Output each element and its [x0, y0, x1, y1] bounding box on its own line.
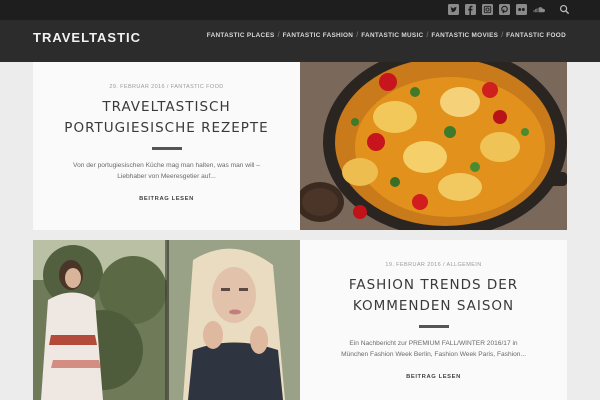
- post-card: 29. FEBRUAR 2016 / FANTASTIC FOOD TRAVEL…: [33, 62, 300, 230]
- nav-separator: /: [356, 32, 359, 39]
- read-more-link[interactable]: BEITRAG LESEN: [139, 196, 194, 202]
- excerpt-line: Von der portugiesischen Küche mag man ha…: [73, 162, 260, 169]
- post-excerpt: Ein Nachbericht zur PREMIUM FALL/WINTER …: [300, 338, 567, 360]
- nav-item-fantastic-food[interactable]: FANTASTIC FOOD: [506, 32, 566, 39]
- post-card: 19. FEBRUAR 2016 / ALLGEMEIN FASHION TRE…: [300, 240, 567, 400]
- nav-item-fantastic-music[interactable]: FANTASTIC MUSIC: [361, 32, 423, 39]
- post-title-line: FASHION TRENDS DER: [348, 277, 519, 293]
- excerpt-line: München Fashion Week Berlin, Fashion Wee…: [341, 351, 526, 358]
- post-meta[interactable]: 29. FEBRUAR 2016 / FANTASTIC FOOD: [33, 84, 300, 90]
- nav-separator: /: [277, 32, 280, 39]
- title-divider: [151, 147, 182, 150]
- top-bar: [0, 0, 600, 20]
- excerpt-line: Ein Nachbericht zur PREMIUM FALL/WINTER …: [349, 340, 518, 347]
- instagram-icon[interactable]: [482, 4, 493, 15]
- post-text: 19. FEBRUAR 2016 / ALLGEMEIN FASHION TRE…: [300, 262, 567, 383]
- flickr-icon[interactable]: [516, 4, 527, 15]
- title-divider: [418, 325, 449, 328]
- nav-separator: /: [501, 32, 504, 39]
- excerpt-line: Liebhaber von Meeresgetier auf...: [117, 173, 216, 180]
- read-more-link[interactable]: BEITRAG LESEN: [406, 374, 461, 380]
- site-logo[interactable]: TRAVELTASTIC: [33, 30, 141, 45]
- post-excerpt: Von der portugiesischen Küche mag man ha…: [33, 160, 300, 182]
- post-title-line: TRAVELTASTISCH: [102, 99, 231, 115]
- post-title[interactable]: FASHION TRENDS DER KOMMENDEN SAISON: [300, 275, 567, 317]
- post-meta[interactable]: 19. FEBRUAR 2016 / ALLGEMEIN: [300, 262, 567, 268]
- post-title-line: PORTUGIESISCHE REZEPTE: [64, 120, 269, 136]
- nav-item-fantastic-movies[interactable]: FANTASTIC MOVIES: [431, 32, 498, 39]
- post-title-line: KOMMENDEN SAISON: [352, 298, 515, 314]
- site-header: TRAVELTASTIC FANTASTIC PLACES / FANTASTI…: [0, 20, 600, 62]
- fashion-models-image[interactable]: [33, 240, 300, 400]
- soundcloud-icon[interactable]: [533, 4, 546, 15]
- twitter-icon[interactable]: [448, 4, 459, 15]
- post-text: 29. FEBRUAR 2016 / FANTASTIC FOOD TRAVEL…: [33, 84, 300, 205]
- social-links: [448, 4, 546, 15]
- nav-item-fantastic-fashion[interactable]: FANTASTIC FASHION: [283, 32, 354, 39]
- food-stew-pan-image[interactable]: [300, 62, 567, 230]
- facebook-icon[interactable]: [465, 4, 476, 15]
- nav-separator: /: [426, 32, 429, 39]
- pinterest-icon[interactable]: [499, 4, 510, 15]
- nav-item-fantastic-places[interactable]: FANTASTIC PLACES: [207, 32, 275, 39]
- search-icon[interactable]: [559, 4, 570, 15]
- post-title[interactable]: TRAVELTASTISCH PORTUGIESISCHE REZEPTE: [33, 97, 300, 139]
- main-nav: FANTASTIC PLACES / FANTASTIC FASHION / F…: [207, 32, 566, 39]
